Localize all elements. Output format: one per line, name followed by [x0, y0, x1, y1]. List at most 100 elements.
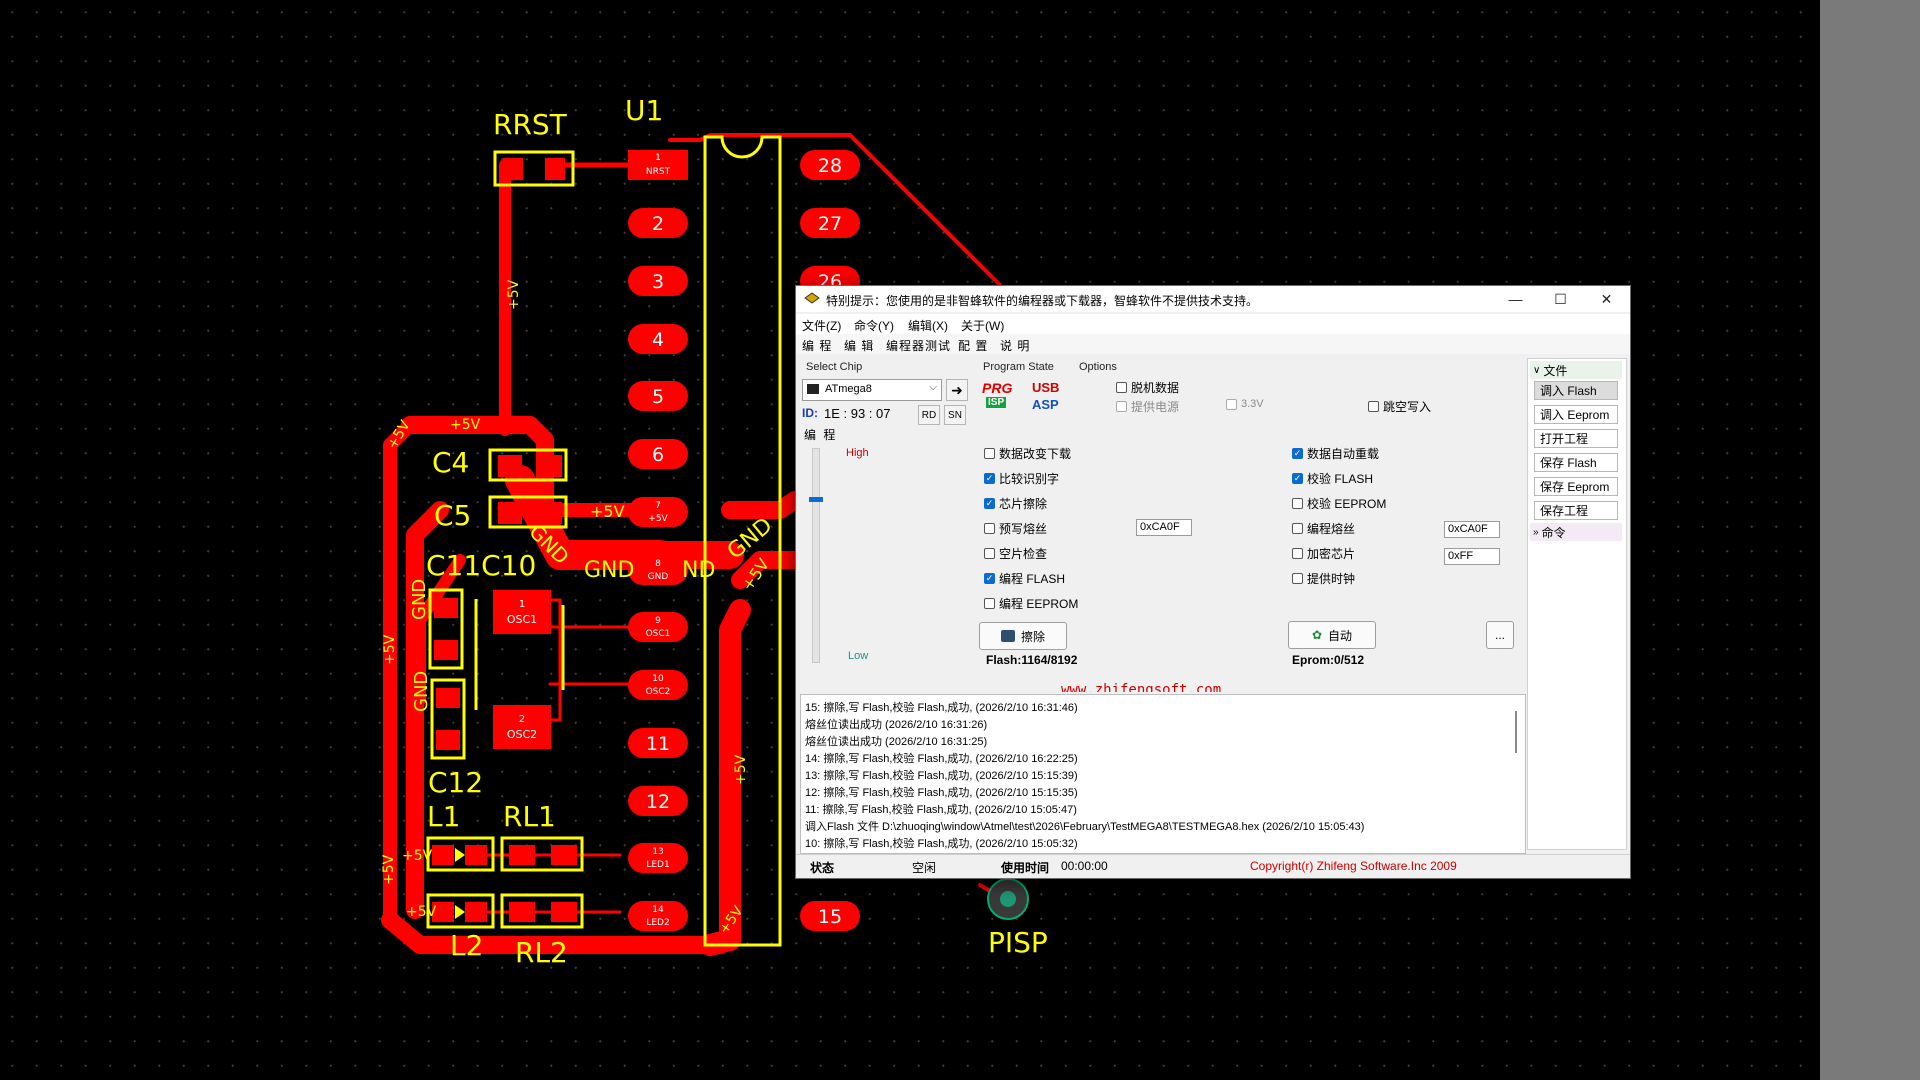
- v33-checkbox[interactable]: 3.3V: [1226, 398, 1264, 410]
- check-blank-check[interactable]: 空片检查: [984, 545, 1047, 562]
- osc2-pad-net: OSC2: [507, 728, 537, 741]
- speed-slider-thumb[interactable]: [809, 497, 823, 502]
- status-bar: 状态 空闲 使用时间 00:00:00 Copyright(r) Zhifeng…: [796, 854, 1630, 877]
- erase-button[interactable]: 擦除: [979, 622, 1067, 650]
- tab-programmer-test[interactable]: 编程器测试: [886, 337, 951, 354]
- website-link-clip: www.zhifengsoft.com: [1061, 682, 1221, 692]
- menu-edit[interactable]: 编辑(X): [908, 317, 948, 334]
- u1-label: U1: [625, 94, 663, 127]
- speed-high-label: High: [846, 447, 869, 459]
- prg-isp-icon: PRG ISP: [982, 380, 1014, 414]
- chevron-right-icon: »: [1533, 526, 1539, 538]
- menu-bar: 文件(Z) 命令(Y) 编辑(X) 关于(W): [796, 314, 1630, 334]
- check-auto-reload[interactable]: ✓ 数据自动重载: [1292, 445, 1379, 462]
- rl1-label: RL1: [503, 800, 556, 833]
- save-eeprom-button[interactable]: 保存 Eeprom: [1534, 477, 1618, 496]
- check-blank-check-label: 空片检查: [999, 547, 1048, 561]
- open-project-button[interactable]: 打开工程: [1534, 429, 1618, 448]
- pad-1-num: 1: [655, 153, 661, 163]
- log-line: 11: 擦除,写 Flash,校验 Flash,成功, (2026/2/10 1…: [805, 804, 1077, 816]
- save-project-button[interactable]: 保存工程: [1534, 501, 1618, 520]
- log-line: 14: 擦除,写 Flash,校验 Flash,成功, (2026/2/10 1…: [805, 753, 1078, 765]
- app-icon: [804, 292, 820, 304]
- close-button[interactable]: ✕: [1584, 286, 1629, 312]
- read-id-button[interactable]: RD: [918, 405, 940, 425]
- prewrite-fuse-value[interactable]: 0xCA0F: [1136, 519, 1192, 536]
- check-lock-chip[interactable]: 加密芯片: [1292, 545, 1355, 562]
- pad-4-num: 4: [652, 329, 664, 351]
- osc1-pad: [493, 590, 551, 634]
- pad-13-net: LED1: [646, 860, 669, 870]
- isp-text: ISP: [986, 397, 1007, 408]
- menu-file[interactable]: 文件(Z): [802, 317, 841, 334]
- chevron-down-icon: ∨: [1533, 364, 1541, 376]
- pad-5-num: 5: [652, 386, 664, 408]
- usb-asp-icon: USB ASP: [1030, 380, 1064, 414]
- pad-14-num: 14: [652, 905, 664, 915]
- check-data-change-download[interactable]: 数据改变下载: [984, 445, 1071, 462]
- tab-config[interactable]: 配 置: [958, 337, 988, 354]
- pad-2-num: 2: [652, 213, 664, 235]
- provide-power-checkbox[interactable]: 提供电源: [1116, 398, 1179, 415]
- l2-label: L2: [450, 929, 483, 962]
- offline-data-checkbox[interactable]: 脱机数据: [1116, 379, 1179, 396]
- side-panel: ∨ 文件 调入 Flash 调入 Eeprom 打开工程 保存 Flash 保存…: [1527, 358, 1627, 850]
- tab-help[interactable]: 说 明: [1000, 337, 1030, 354]
- menu-about[interactable]: 关于(W): [961, 317, 1004, 334]
- more-button[interactable]: ...: [1486, 621, 1514, 649]
- log-list[interactable]: 15: 擦除,写 Flash,校验 Flash,成功, (2026/2/10 1…: [800, 694, 1526, 854]
- id-label: ID:: [802, 406, 818, 420]
- tab-edit[interactable]: 编 辑: [844, 337, 874, 354]
- check-chip-erase[interactable]: ✓ 芯片擦除: [984, 495, 1047, 512]
- command-section-label: 命令: [1541, 525, 1566, 540]
- skip-empty-label: 跳空写入: [1383, 400, 1432, 414]
- log-scrollbar[interactable]: [1515, 711, 1517, 753]
- chevron-down-icon: ⌵: [929, 382, 937, 393]
- skip-empty-checkbox[interactable]: 跳空写入: [1368, 398, 1431, 415]
- check-verify-eeprom[interactable]: 校验 EEPROM: [1292, 495, 1386, 512]
- speed-slider[interactable]: [809, 448, 823, 663]
- program-fuse-value[interactable]: 0xCA0F: [1444, 521, 1500, 538]
- arrow-right-icon[interactable]: ➜: [946, 379, 968, 401]
- net-gnd-a: GND: [584, 558, 634, 583]
- pad-8-num: 8: [655, 559, 661, 569]
- check-program-eeprom[interactable]: 编程 EEPROM: [984, 595, 1078, 612]
- usage-time-label: 使用时间: [1001, 861, 1050, 875]
- erase-button-label: 擦除: [1020, 629, 1045, 644]
- offline-data-label: 脱机数据: [1131, 381, 1180, 395]
- check-prewrite-fuse[interactable]: 预写熔丝: [984, 520, 1047, 537]
- command-section-header[interactable]: » 命令: [1530, 523, 1622, 541]
- log-line: 13: 擦除,写 Flash,校验 Flash,成功, (2026/2/10 1…: [805, 770, 1078, 782]
- programmer-window[interactable]: 特别提示：您使用的是非智蜂软件的编程器或下载器，智蜂软件不提供技术支持。 — ☐…: [795, 285, 1631, 879]
- check-provide-clock[interactable]: 提供时钟: [1292, 570, 1355, 587]
- load-flash-button[interactable]: 调入 Flash: [1534, 381, 1618, 400]
- prg-text: PRG: [982, 380, 1013, 396]
- check-program-fuse-label: 编程熔丝: [1307, 522, 1356, 536]
- id-value: 1E : 93 : 07: [824, 406, 891, 421]
- minimize-button[interactable]: —: [1493, 286, 1538, 312]
- auto-button[interactable]: ✿ 自动: [1288, 621, 1376, 649]
- pad-15-num: 15: [818, 906, 842, 928]
- check-program-flash[interactable]: ✓ 编程 FLASH: [984, 570, 1065, 587]
- serial-number-button[interactable]: SN: [944, 405, 966, 425]
- save-flash-button[interactable]: 保存 Flash: [1534, 453, 1618, 472]
- pad-28-num: 28: [818, 155, 842, 177]
- check-verify-flash[interactable]: ✓ 校验 FLASH: [1292, 470, 1373, 487]
- program-group-label: 编 程: [804, 428, 838, 442]
- title-bar[interactable]: 特别提示：您使用的是非智蜂软件的编程器或下载器，智蜂软件不提供技术支持。 — ☐…: [796, 286, 1630, 312]
- lock-bits-value[interactable]: 0xFF: [1444, 548, 1500, 565]
- file-section-header[interactable]: ∨ 文件: [1530, 361, 1622, 379]
- log-line: 调入Flash 文件 D:\zhuoqing\window\Atmel\test…: [805, 821, 1365, 833]
- chip-select[interactable]: ATmega8 ⌵: [802, 379, 942, 401]
- load-eeprom-button[interactable]: 调入 Eeprom: [1534, 405, 1618, 424]
- check-program-fuse[interactable]: 编程熔丝: [1292, 520, 1355, 537]
- check-data-change-download-label: 数据改变下载: [999, 447, 1072, 461]
- pad-6-num: 6: [652, 444, 664, 466]
- menu-command[interactable]: 命令(Y): [854, 317, 894, 334]
- website-link[interactable]: www.zhifengsoft.com: [1061, 682, 1221, 692]
- check-prewrite-fuse-label: 预写熔丝: [999, 522, 1048, 536]
- tab-program[interactable]: 编 程: [802, 337, 832, 354]
- maximize-button[interactable]: ☐: [1538, 286, 1583, 312]
- check-compare-signature[interactable]: ✓ 比较识别字: [984, 470, 1059, 487]
- check-lock-chip-label: 加密芯片: [1307, 547, 1356, 561]
